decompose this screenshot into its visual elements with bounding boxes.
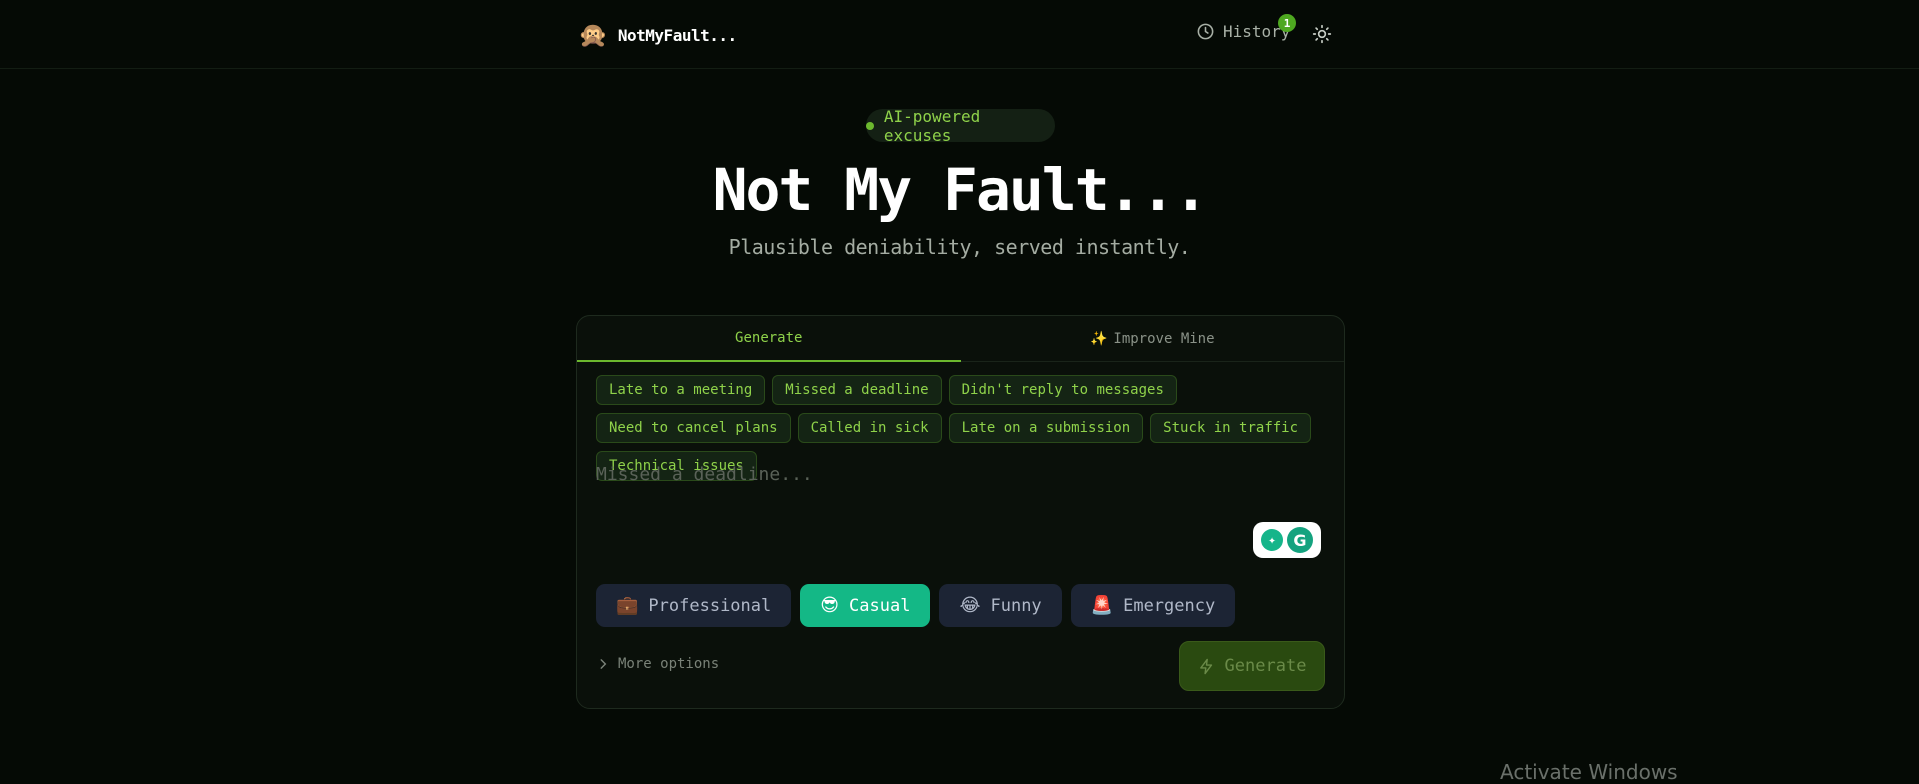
chip-cancel-plans[interactable]: Need to cancel plans xyxy=(596,413,791,443)
tab-generate-label: Generate xyxy=(735,330,803,346)
tone-label: Professional xyxy=(648,595,772,616)
lightbulb-icon: ✦ xyxy=(1261,529,1283,551)
tone-label: Emergency xyxy=(1123,595,1216,616)
activate-windows-watermark: Activate Windows xyxy=(1500,760,1678,784)
ai-powered-pill: AI-powered excuses xyxy=(866,106,1055,145)
theme-toggle-button[interactable] xyxy=(1312,24,1332,44)
more-options-toggle[interactable]: More options xyxy=(596,656,719,672)
tab-improve-label: Improve Mine xyxy=(1113,331,1215,347)
tone-funny-button[interactable]: 😂 Funny xyxy=(939,584,1062,627)
generate-button-label: Generate xyxy=(1224,656,1307,676)
tab-generate[interactable]: Generate xyxy=(577,316,961,362)
tone-label: Casual xyxy=(849,595,911,616)
siren-icon: 🚨 xyxy=(1090,595,1114,616)
chip-called-in-sick[interactable]: Called in sick xyxy=(797,413,942,443)
pill-label: AI-powered excuses xyxy=(883,106,981,145)
tone-label: Funny xyxy=(990,595,1042,616)
grammarly-icon: G xyxy=(1287,527,1313,553)
mode-tabs: Generate ✨ Improve Mine xyxy=(577,316,1344,362)
chip-didnt-reply[interactable]: Didn't reply to messages xyxy=(948,375,1177,405)
sparkles-icon: ✨ xyxy=(1089,331,1108,347)
brand-name: NotMyFault... xyxy=(617,25,737,45)
more-options-label: More options xyxy=(618,656,720,672)
clock-icon xyxy=(1197,23,1214,40)
page-subtitle: Plausible deniability, served instantly. xyxy=(728,235,1191,259)
monkey-logo-icon: 🙊 xyxy=(578,21,608,49)
chip-missed-deadline[interactable]: Missed a deadline xyxy=(772,375,942,405)
chip-stuck-in-traffic[interactable]: Stuck in traffic xyxy=(1150,413,1312,443)
status-dot-icon xyxy=(866,121,874,130)
history-button[interactable]: History xyxy=(1196,22,1290,41)
page-title: Not My Fault... xyxy=(712,156,1209,224)
tone-casual-button[interactable]: 😎 Casual xyxy=(800,584,931,627)
laughing-face-icon: 😂 xyxy=(959,595,981,616)
history-count-badge: 1 xyxy=(1278,14,1296,32)
brand[interactable]: 🙊 NotMyFault... xyxy=(578,22,737,48)
lightning-icon xyxy=(1199,658,1212,674)
chevron-right-icon xyxy=(600,659,607,669)
sun-icon xyxy=(1312,24,1332,44)
tone-emergency-button[interactable]: 🚨 Emergency xyxy=(1070,584,1236,627)
tone-professional-button[interactable]: 💼 Professional xyxy=(596,584,792,627)
chip-late-submission[interactable]: Late on a submission xyxy=(948,413,1144,443)
tone-selector: 💼 Professional 😎 Casual 😂 Funny 🚨 Emerge… xyxy=(596,584,1236,627)
briefcase-icon: 💼 xyxy=(616,595,639,616)
grammarly-widget[interactable]: ✦ G xyxy=(1253,522,1321,558)
tab-improve-mine[interactable]: ✨ Improve Mine xyxy=(961,316,1345,362)
generate-button[interactable]: Generate xyxy=(1179,641,1325,691)
chip-late-to-meeting[interactable]: Late to a meeting xyxy=(596,375,766,405)
app-header: 🙊 NotMyFault... History 1 xyxy=(0,0,1919,69)
excuse-generator-card: Generate ✨ Improve Mine Late to a meetin… xyxy=(576,315,1345,709)
situation-input[interactable] xyxy=(596,464,1326,554)
sunglasses-face-icon: 😎 xyxy=(820,595,840,616)
